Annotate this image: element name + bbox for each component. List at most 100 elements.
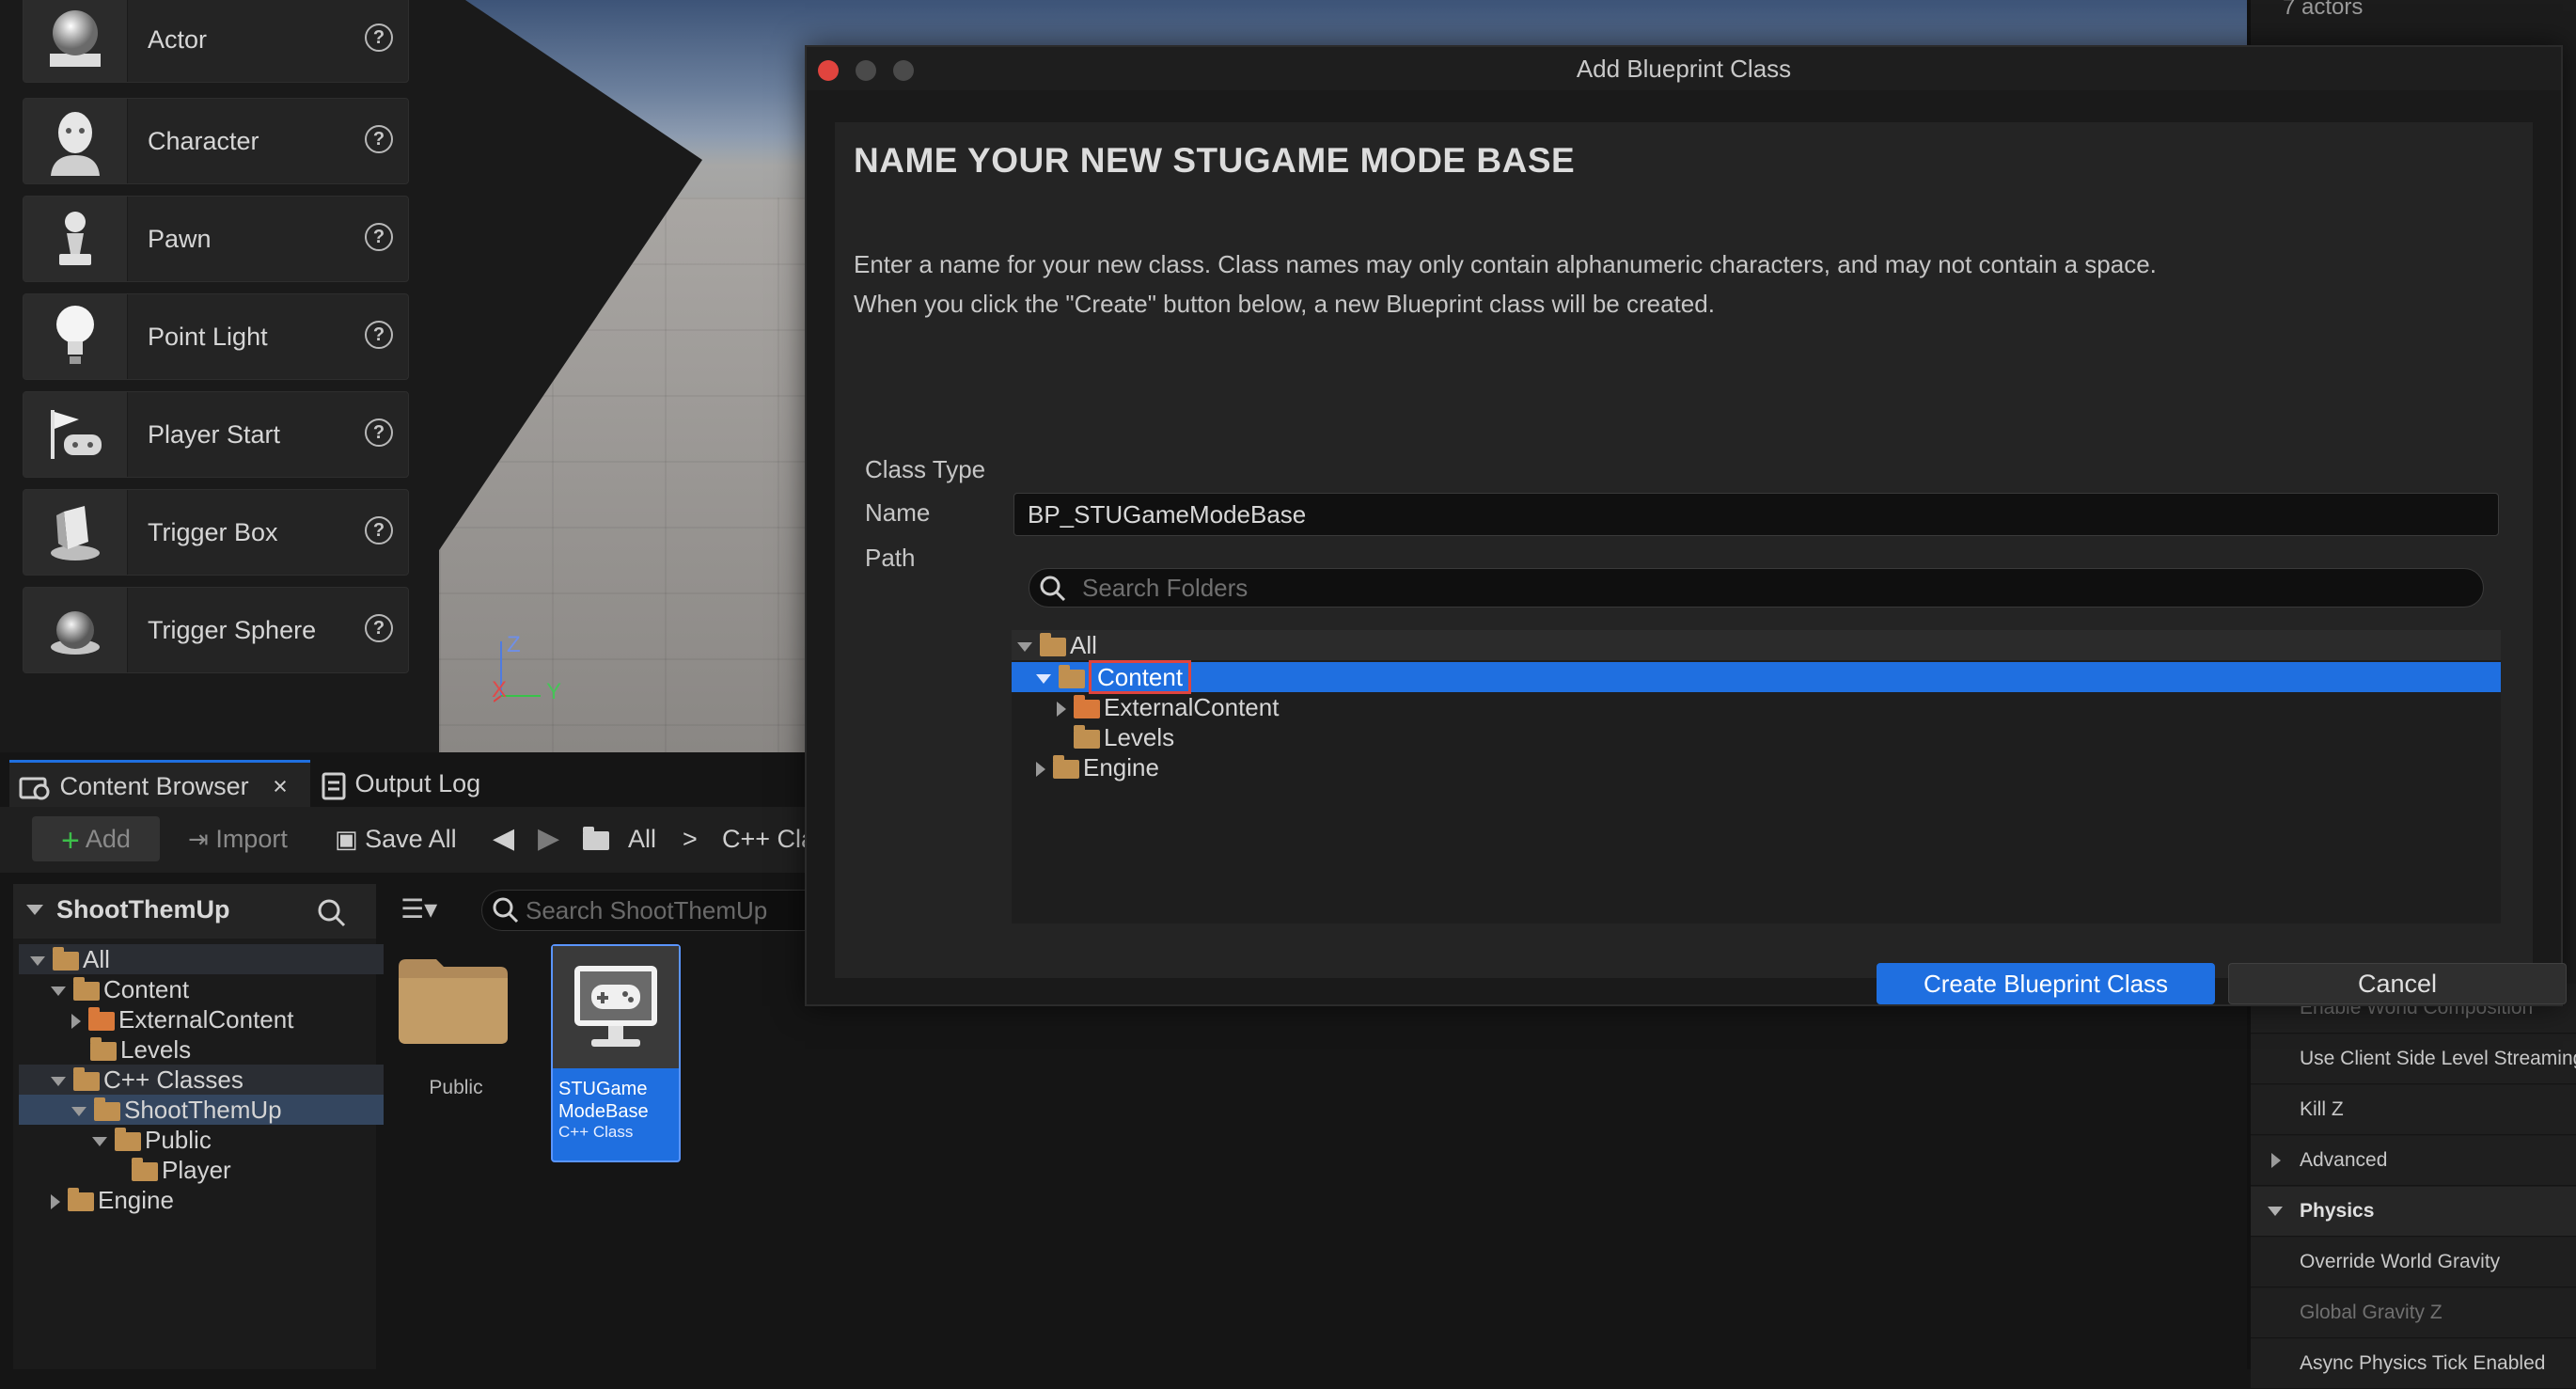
folder-tree-item-all[interactable]: All (1012, 630, 2501, 660)
save-all-button[interactable]: ▣ Save All (335, 816, 457, 861)
actor-item-point-light[interactable]: Point Light ? (23, 293, 409, 380)
help-icon[interactable]: ? (365, 516, 393, 545)
actor-item-label: Point Light (148, 323, 268, 351)
tree-item-content[interactable]: Content (19, 974, 404, 1004)
folder-icon (68, 1188, 94, 1212)
actor-item-player-start[interactable]: Player Start ? (23, 391, 409, 478)
detail-row-client-side-streaming[interactable]: Use Client Side Level Streaming (2251, 1034, 2576, 1084)
folder-tree-item-externalcontent[interactable]: ExternalContent (1057, 692, 1279, 722)
dialog-titlebar[interactable]: Add Blueprint Class (807, 47, 2561, 90)
sphere-actor-icon (24, 0, 128, 82)
detail-row-kill-z[interactable]: Kill Z (2251, 1085, 2576, 1135)
filter-icon[interactable]: ☰▾ (401, 893, 437, 924)
asset-folder-public[interactable]: Public (395, 946, 517, 1125)
actor-item-label: Character (148, 127, 259, 155)
tree-item-all[interactable]: All (19, 944, 384, 974)
folder-icon (1059, 665, 1085, 689)
help-icon[interactable]: ? (365, 418, 393, 447)
add-label: Add (85, 825, 131, 853)
light-bulb-icon (24, 294, 128, 379)
chevron-down-icon[interactable] (2268, 1207, 2283, 1216)
detail-row-advanced[interactable]: Advanced (2251, 1136, 2576, 1186)
tab-label: Output Log (354, 769, 481, 797)
create-blueprint-class-button[interactable]: Create Blueprint Class (1877, 963, 2215, 1004)
help-icon[interactable]: ? (365, 24, 393, 52)
detail-section-physics[interactable]: Physics (2251, 1187, 2576, 1237)
tree-item-levels[interactable]: Levels (19, 1034, 444, 1065)
search-folders-input[interactable]: Search Folders (1029, 568, 2484, 608)
save-all-label: Save All (365, 825, 457, 853)
tree-item-public[interactable]: Public (19, 1125, 446, 1155)
detail-row-override-world-gravity[interactable]: Override World Gravity (2251, 1238, 2576, 1287)
detail-label: Kill Z (2300, 1098, 2344, 1120)
detail-row-global-gravity-z[interactable]: Global Gravity Z (2251, 1288, 2576, 1338)
help-icon[interactable]: ? (365, 125, 393, 153)
actor-item-character[interactable]: Character ? (23, 98, 409, 184)
actor-item-label: Trigger Sphere (148, 616, 317, 644)
add-blueprint-class-dialog: Add Blueprint Class NAME YOUR NEW STUGAM… (805, 45, 2567, 1006)
actor-item-label: Pawn (148, 225, 212, 253)
help-icon[interactable]: ? (365, 321, 393, 349)
pawn-icon (24, 197, 128, 281)
tree-item-externalcontent[interactable]: ExternalContent (19, 1004, 425, 1034)
tab-close-icon[interactable]: × (273, 772, 288, 800)
folder-icon (53, 947, 79, 971)
tree-item-shootthemup[interactable]: ShootThemUp (19, 1095, 425, 1125)
actor-item-label: Actor (148, 25, 208, 54)
breadcrumb-cpp-classes[interactable]: C++ Cla (722, 816, 815, 861)
folder-tree-item-levels[interactable]: Levels (1074, 722, 1174, 752)
folder-icon (1040, 633, 1066, 657)
detail-label: Override World Gravity (2300, 1251, 2501, 1272)
add-button[interactable]: + Add (32, 816, 160, 861)
name-label: Name (865, 498, 931, 527)
detail-label: Global Gravity Z (2300, 1302, 2442, 1323)
game-mode-icon (553, 946, 679, 1068)
breadcrumb-separator[interactable]: > (683, 816, 698, 861)
dialog-description-line1: Enter a name for your new class. Class n… (854, 250, 2157, 278)
breadcrumb-all[interactable]: All (628, 816, 656, 861)
back-icon[interactable]: ◀ (493, 816, 514, 861)
dialog-body: NAME YOUR NEW STUGAME MODE BASE Enter a … (835, 122, 2567, 1004)
detail-label: Physics (2300, 1200, 2375, 1222)
import-icon: ⇥ (188, 825, 209, 853)
tab-label: Content Browser (59, 772, 249, 800)
asset-name: Public (429, 1077, 483, 1098)
character-icon (24, 99, 128, 183)
chevron-right-icon[interactable] (2271, 1153, 2281, 1168)
actor-item-trigger-sphere[interactable]: Trigger Sphere ? (23, 587, 409, 673)
forward-icon[interactable]: ▶ (538, 816, 559, 861)
search-icon[interactable] (316, 897, 348, 929)
axis-z-label: Z (507, 632, 521, 657)
tab-output-log[interactable]: Output Log (320, 760, 480, 807)
name-input[interactable]: BP_STUGameModeBase (1013, 493, 2499, 536)
dialog-title: Add Blueprint Class (1576, 55, 1792, 83)
import-label: Import (215, 825, 288, 853)
outliner-actor-count: 7 actors (2283, 0, 2364, 20)
actor-item-trigger-box[interactable]: Trigger Box ? (23, 489, 409, 576)
folder-icon (1074, 695, 1100, 719)
folder-tree-item-engine[interactable]: Engine (1036, 752, 1159, 782)
content-browser-icon (19, 777, 50, 800)
asset-search-placeholder: Search ShootThemUp (526, 896, 768, 924)
folder-tree-item-content[interactable]: Content (1012, 660, 2501, 694)
asset-stugamemodebase[interactable]: STUGame ModeBase C++ Class (551, 944, 681, 1162)
help-icon[interactable]: ? (365, 614, 393, 642)
trigger-sphere-icon (24, 588, 128, 672)
tree-item-engine[interactable]: Engine (19, 1185, 404, 1215)
path-label: Path (865, 544, 916, 572)
actor-item-pawn[interactable]: Pawn ? (23, 196, 409, 282)
folder-icon (73, 977, 100, 1002)
tree-header[interactable]: ShootThemUp (13, 884, 376, 939)
help-icon[interactable]: ? (365, 223, 393, 251)
place-actors-panel: Actor ? Character ? Pawn ? Point Light ?… (0, 0, 439, 752)
chevron-down-icon[interactable] (26, 905, 43, 915)
tree-item-cpp-classes[interactable]: C++ Classes (19, 1065, 404, 1095)
tab-content-browser[interactable]: Content Browser × (9, 760, 310, 810)
folder-icon (1053, 755, 1079, 780)
detail-row-async-physics[interactable]: Async Physics Tick Enabled (2251, 1339, 2576, 1389)
search-icon (493, 897, 519, 923)
cancel-button[interactable]: Cancel (2228, 963, 2567, 1004)
axis-x-label: X (492, 677, 508, 702)
import-button[interactable]: ⇥ Import (188, 816, 288, 861)
actor-item-actor[interactable]: Actor ? (23, 0, 409, 83)
